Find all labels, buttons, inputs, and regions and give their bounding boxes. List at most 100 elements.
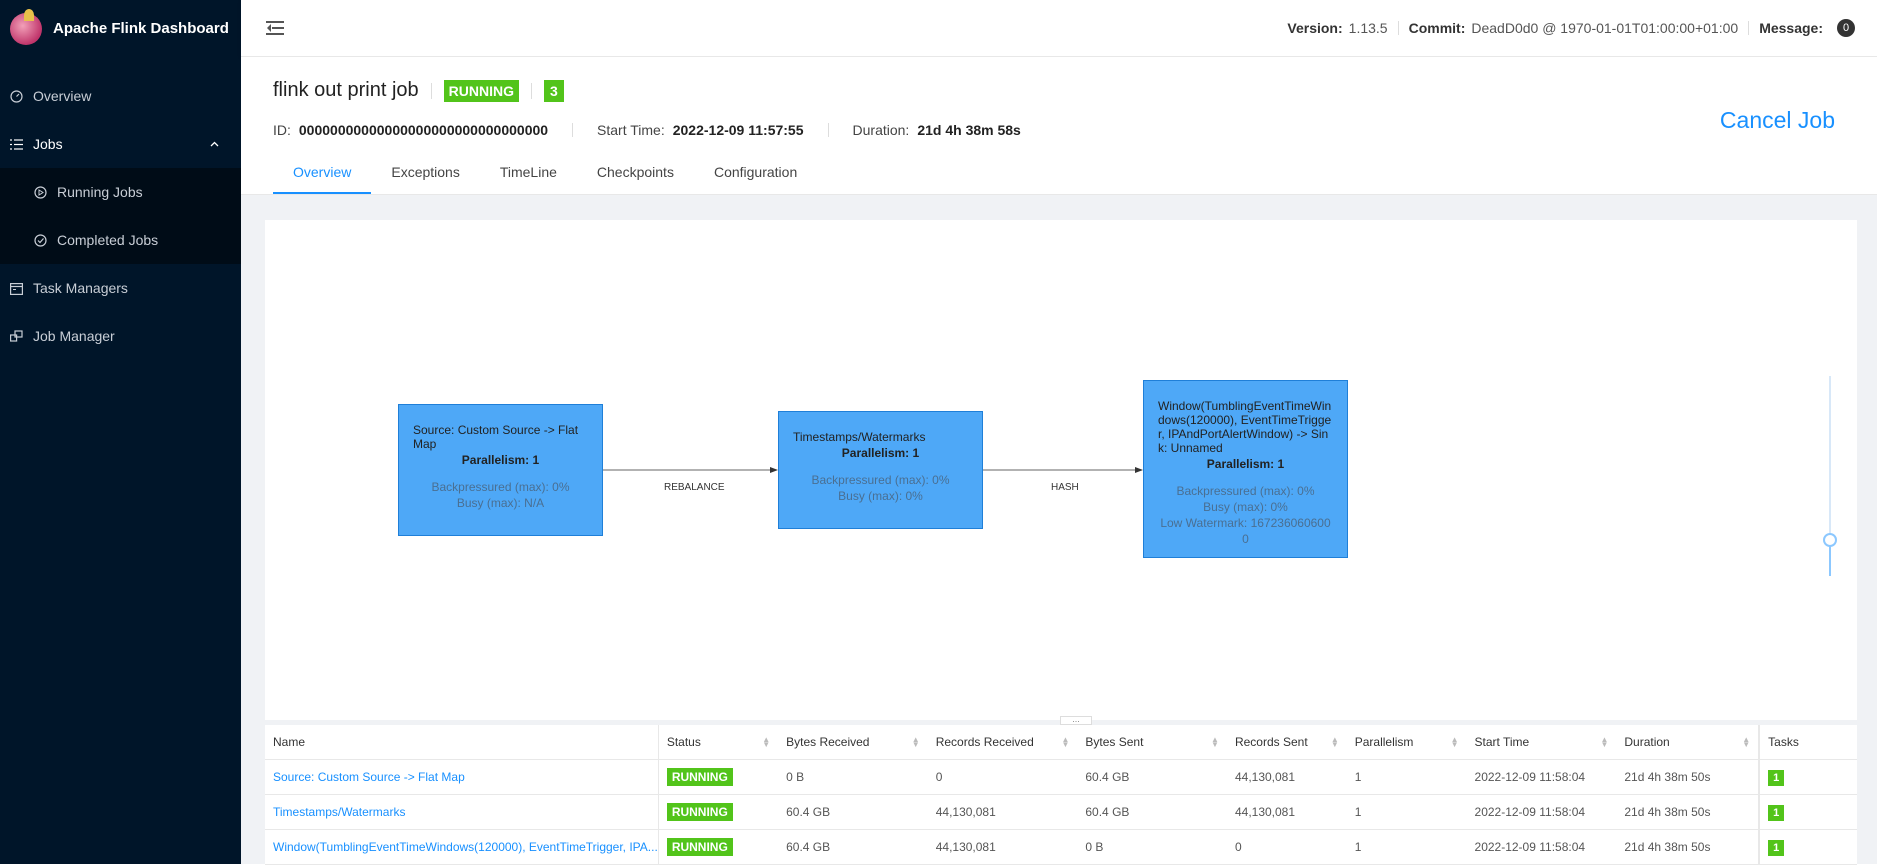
col-header-start-time[interactable]: Start Time ▲ ▼	[1466, 725, 1617, 760]
tab-timeline[interactable]: TimeLine	[480, 164, 577, 194]
status-badge: RUNNING	[666, 802, 733, 821]
commit-label: Commit:	[1408, 20, 1466, 36]
table-row[interactable]: Source: Custom Source -> Flat Map RUNNIN…	[265, 759, 1857, 795]
task-badge: 1	[1768, 839, 1785, 856]
col-header-tasks: Tasks	[1758, 725, 1857, 760]
cell-start-time: 2022-12-09 11:58:04	[1466, 829, 1617, 865]
duration: 21d 4h 38m 58s	[917, 122, 1021, 138]
col-header-name[interactable]: Name	[265, 725, 659, 760]
tab-checkpoints[interactable]: Checkpoints	[577, 164, 694, 194]
sort-icon: ▲ ▼	[1211, 735, 1219, 749]
sort-icon: ▲ ▼	[1742, 735, 1751, 749]
task-count-badge: 3	[543, 79, 564, 102]
sidebar-item-label: Job Manager	[33, 328, 115, 344]
version-value: 1.13.5	[1348, 20, 1388, 36]
node-parallelism: Parallelism: 1	[841, 446, 920, 460]
list-icon	[10, 138, 23, 151]
graph-node-window-sink[interactable]: Window(TumblingEventTimeWindows(120000),…	[1143, 380, 1348, 558]
cell-bytes-sent: 0 B	[1077, 829, 1227, 865]
sidebar-item-task-managers[interactable]: Task Managers	[0, 264, 241, 312]
graph-node-timestamps[interactable]: Timestamps/Watermarks Parallelism: 1 Bac…	[778, 411, 983, 529]
cell-name[interactable]: Window(TumblingEventTimeWindows(120000),…	[265, 829, 659, 865]
sidebar-item-label: Overview	[33, 88, 92, 104]
table-row[interactable]: Timestamps/Watermarks RUNNING 60.4 GB 44…	[265, 794, 1857, 830]
message-count-badge[interactable]: 0	[1837, 19, 1855, 37]
edge-label-rebalance: REBALANCE	[664, 482, 725, 493]
job-title-row: flink out print job RUNNING 3	[273, 79, 564, 102]
cell-bytes-sent: 60.4 GB	[1077, 794, 1227, 830]
sidebar-item-completed-jobs[interactable]: Completed Jobs	[0, 216, 241, 264]
sidebar-item-running-jobs[interactable]: Running Jobs	[0, 168, 241, 216]
vertex-table: Name Status ▲ ▼ Bytes Received ▲ ▼ Records R…	[265, 725, 1857, 865]
node-parallelism: Parallelism: 1	[461, 453, 540, 467]
cluster-info: Version: 1.13.5 Commit: DeadD0d0 @ 1970-…	[1287, 19, 1877, 37]
cell-bytes-received: 0 B	[778, 759, 928, 795]
sidebar-item-overview[interactable]: Overview	[0, 72, 241, 120]
job-status-badge: RUNNING	[443, 79, 519, 102]
node-parallelism: Parallelism: 1	[1206, 457, 1285, 471]
cell-duration: 21d 4h 38m 50s	[1616, 794, 1760, 830]
node-busy: Busy (max): 0%	[838, 489, 923, 503]
sidebar-item-job-manager[interactable]: Job Manager	[0, 312, 241, 360]
app-title: Apache Flink Dashboard	[53, 20, 229, 37]
node-title: Source: Custom Source -> Flat Map	[413, 423, 579, 451]
commit-value: DeadD0d0 @ 1970-01-01T01:00:00+01:00	[1471, 20, 1739, 36]
sort-icon: ▲ ▼	[911, 735, 920, 749]
tab-exceptions[interactable]: Exceptions	[371, 164, 479, 194]
job-title: flink out print job	[273, 79, 419, 101]
start-time: 2022-12-09 11:57:55	[672, 122, 804, 138]
nav-menu: Overview Jobs Running Jobs Completed Job…	[0, 72, 241, 360]
sort-icon: ▲ ▼	[1600, 735, 1609, 749]
job-graph[interactable]: REBALANCE HASH Source: Custom Source -> …	[265, 220, 1857, 720]
cell-records-received: 44,130,081	[927, 794, 1078, 830]
cell-duration: 21d 4h 38m 50s	[1616, 759, 1760, 795]
cell-name[interactable]: Source: Custom Source -> Flat Map	[265, 759, 659, 795]
col-header-bytes-sent[interactable]: Bytes Sent ▲ ▼	[1077, 725, 1227, 760]
job-id-label: ID:	[273, 122, 291, 138]
table-row[interactable]: Window(TumblingEventTimeWindows(120000),…	[265, 829, 1857, 865]
logo[interactable]: Apache Flink Dashboard	[0, 0, 241, 57]
cell-status: RUNNING	[657, 794, 779, 830]
cancel-job-button[interactable]: Cancel Job	[1720, 107, 1835, 134]
cell-name[interactable]: Timestamps/Watermarks	[265, 794, 659, 830]
chevron-up-icon	[210, 139, 219, 150]
node-title: Window(TumblingEventTimeWindows(120000),…	[1158, 399, 1332, 455]
cell-tasks: 1	[1758, 829, 1857, 865]
tab-overview[interactable]: Overview	[273, 164, 372, 194]
dashboard-icon	[10, 89, 23, 103]
node-low-watermark: Low Watermark: 1672360606000	[1160, 516, 1331, 546]
graph-node-source[interactable]: Source: Custom Source -> Flat Map Parall…	[398, 404, 603, 536]
col-header-duration[interactable]: Duration ▲ ▼	[1616, 725, 1760, 760]
sort-icon: ▲ ▼	[1450, 735, 1459, 749]
cell-records-sent: 44,130,081	[1226, 794, 1347, 830]
job-id: 00000000000000000000000000000000	[298, 122, 549, 138]
cell-parallelism: 1	[1346, 794, 1467, 830]
cell-tasks: 1	[1758, 794, 1857, 830]
sort-icon: ▲ ▼	[762, 735, 771, 749]
col-header-bytes-received[interactable]: Bytes Received ▲ ▼	[778, 725, 928, 760]
table-header-row: Name Status ▲ ▼ Bytes Received ▲ ▼ Records R…	[265, 725, 1857, 760]
cell-bytes-received: 60.4 GB	[778, 794, 928, 830]
col-header-records-received[interactable]: Records Received ▲ ▼	[927, 725, 1078, 760]
cell-records-sent: 0	[1226, 829, 1347, 865]
cell-start-time: 2022-12-09 11:58:04	[1466, 794, 1617, 830]
cell-records-sent: 44,130,081	[1226, 759, 1347, 795]
job-header: flink out print job RUNNING 3 ID: 000000…	[241, 57, 1877, 195]
sort-icon: ▲ ▼	[1330, 735, 1339, 749]
status-badge: RUNNING	[666, 837, 733, 856]
status-badge: RUNNING	[666, 767, 733, 786]
menu-fold-icon[interactable]	[266, 21, 284, 35]
panel-resize-handle[interactable]: ...	[1060, 715, 1092, 725]
duration-label: Duration:	[852, 122, 910, 138]
tab-configuration[interactable]: Configuration	[694, 164, 817, 194]
zoom-slider-handle[interactable]	[1823, 533, 1837, 547]
col-header-parallelism[interactable]: Parallelism ▲ ▼	[1346, 725, 1467, 760]
cell-bytes-received: 60.4 GB	[778, 829, 928, 865]
col-header-records-sent[interactable]: Records Sent ▲ ▼	[1226, 725, 1347, 760]
cell-status: RUNNING	[657, 829, 779, 865]
cell-records-received: 44,130,081	[927, 829, 1078, 865]
node-title: Timestamps/Watermarks	[793, 430, 926, 444]
col-header-status[interactable]: Status ▲ ▼	[657, 725, 779, 760]
sidebar-item-jobs[interactable]: Jobs	[0, 120, 241, 168]
schedule-icon	[10, 282, 23, 295]
